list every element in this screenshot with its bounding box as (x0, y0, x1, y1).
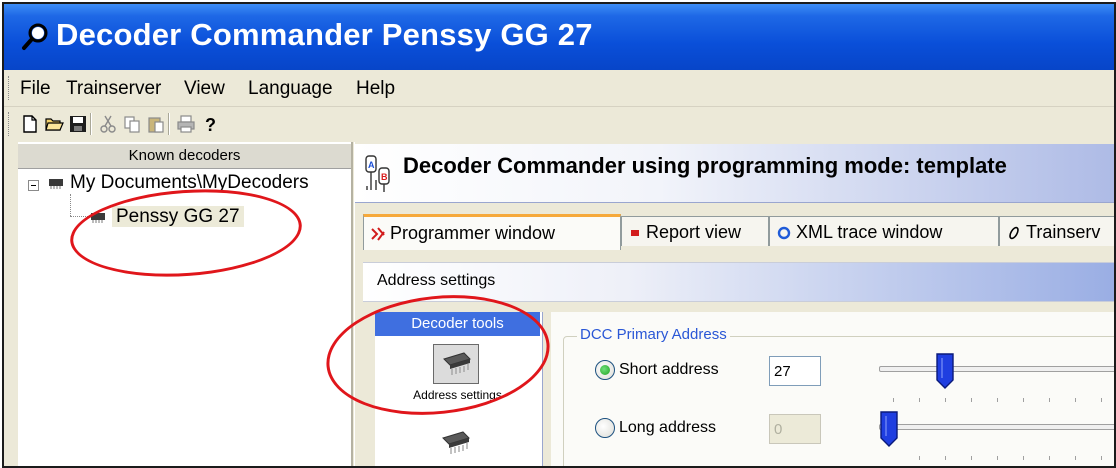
tab-report-view[interactable]: Report view (621, 216, 769, 246)
long-address-slider-thumb[interactable] (879, 410, 899, 448)
tab-xml-trace-window[interactable]: XML trace window (769, 216, 999, 246)
tree-node-root-label: My Documents\MyDecoders (70, 172, 309, 193)
svg-text:B: B (381, 172, 388, 182)
toolbar-grip[interactable] (8, 112, 12, 136)
tree-node-root[interactable]: My Documents\MyDecoders (46, 172, 309, 194)
new-icon[interactable] (20, 114, 40, 134)
report-icon (631, 230, 639, 237)
dcc-primary-address-legend: DCC Primary Address (577, 326, 730, 343)
known-decoders-panel: Known decoders My Documents\MyDecoders P… (18, 142, 353, 466)
long-address-label: Long address (619, 419, 716, 437)
slider-tick (1023, 398, 1024, 402)
programmer-panel: A B Decoder Commander using programming … (354, 142, 1114, 466)
svg-text:?: ? (205, 115, 216, 134)
decoder-tools-panel: Decoder tools Address settings (375, 312, 543, 466)
xml-trace-icon (777, 227, 791, 240)
tab-programmer-window[interactable]: Programmer window (363, 214, 621, 250)
address-settings-tool-button[interactable] (433, 344, 479, 384)
magnifier-icon (22, 23, 48, 50)
short-address-slider-thumb[interactable] (935, 352, 955, 390)
programmer-icon (371, 227, 385, 241)
copy-icon[interactable] (122, 114, 142, 134)
slider-tick (1075, 398, 1076, 402)
tree-node-decoder-label: Penssy GG 27 (112, 206, 244, 227)
slider-tick (1049, 398, 1050, 402)
long-address-input[interactable] (769, 414, 821, 444)
slider-tick (945, 398, 946, 402)
decoder-tools-header[interactable]: Decoder tools (375, 312, 540, 336)
slider-tick (919, 398, 920, 402)
slider-tick (1101, 456, 1102, 460)
long-address-option[interactable]: Long address (595, 418, 716, 438)
decoder-chip-icon (91, 212, 105, 223)
slider-tick (971, 456, 972, 460)
menu-language[interactable]: Language (248, 78, 333, 100)
window-title: Decoder Commander Penssy GG 27 (56, 17, 593, 52)
toolbar-separator (90, 113, 92, 135)
known-decoders-header[interactable]: Known decoders (18, 144, 351, 169)
address-settings-tool-label: Address settings (413, 388, 502, 402)
print-icon[interactable] (176, 114, 196, 134)
tree-collapse-toggle[interactable] (28, 180, 39, 191)
address-settings-bar: Address settings (363, 262, 1114, 302)
slider-tick (1101, 398, 1102, 402)
toolbar-separator (168, 113, 170, 135)
mode-header: A B Decoder Commander using programming … (355, 144, 1114, 203)
tab-programmer-label: Programmer window (390, 223, 556, 243)
short-address-input[interactable] (769, 356, 821, 386)
tree-connector (70, 194, 71, 216)
dcc-primary-address-group (563, 336, 1114, 466)
slider-tick (893, 398, 894, 402)
slider-tick (1049, 456, 1050, 460)
menu-help[interactable]: Help (356, 78, 395, 100)
tree-node-decoder[interactable]: Penssy GG 27 (88, 206, 244, 228)
paste-icon[interactable] (146, 114, 166, 134)
tab-trainserver-label: Trainserv (1026, 222, 1101, 242)
long-address-radio[interactable] (595, 418, 615, 438)
menu-grip[interactable] (8, 76, 12, 100)
slider-tick (971, 398, 972, 402)
menu-trainserver[interactable]: Trainserver (66, 78, 161, 100)
help-icon[interactable]: ? (200, 114, 220, 134)
tab-report-label: Report view (646, 222, 742, 242)
svg-text:A: A (368, 160, 375, 170)
long-address-slider-track[interactable] (879, 424, 1114, 430)
slider-tick (945, 456, 946, 460)
tab-trainserver[interactable]: Trainserv (999, 216, 1114, 246)
app-window: Decoder Commander Penssy GG 27 File Trai… (2, 2, 1116, 468)
decoder-chip-icon (443, 352, 471, 375)
title-bar[interactable]: Decoder Commander Penssy GG 27 (4, 4, 1114, 70)
slider-tick (1023, 456, 1024, 460)
tab-strip: Programmer window Report view XML trace … (355, 214, 1114, 250)
menu-file[interactable]: File (20, 78, 51, 100)
slider-tick (997, 456, 998, 460)
decoder-tool-button-2[interactable] (433, 424, 479, 464)
toolbar: ? (4, 107, 1114, 141)
open-icon[interactable] (44, 114, 64, 134)
short-address-radio[interactable] (595, 360, 615, 380)
tab-xml-trace-label: XML trace window (796, 222, 943, 242)
save-icon[interactable] (68, 114, 88, 134)
slider-tick (1075, 456, 1076, 460)
tree-connector (70, 216, 88, 217)
menu-bar: File Trainserver View Language Help (4, 70, 1114, 107)
short-address-option[interactable]: Short address (595, 360, 719, 380)
slider-tick (997, 398, 998, 402)
decoder-commander-icon: A B (365, 155, 390, 192)
menu-view[interactable]: View (184, 78, 225, 100)
cut-icon[interactable] (98, 114, 118, 134)
mode-title: Decoder Commander using programming mode… (403, 153, 1007, 178)
short-address-label: Short address (619, 361, 719, 379)
decoder-chip-icon (442, 431, 470, 454)
address-settings-title: Address settings (377, 272, 496, 289)
slider-tick (919, 456, 920, 460)
trainserver-icon (1009, 227, 1019, 240)
short-address-slider-track[interactable] (879, 366, 1114, 372)
decoder-chip-icon (49, 178, 63, 189)
address-properties: DCC Primary Address Short address Long a… (551, 312, 1114, 466)
